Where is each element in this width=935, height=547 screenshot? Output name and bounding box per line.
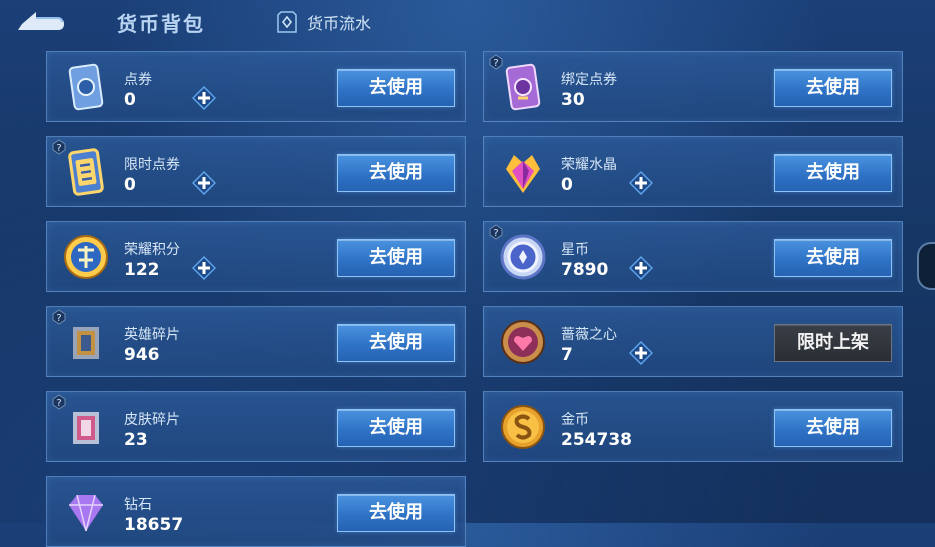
header-bar: 货币背包 货币流水 [0, 0, 935, 44]
currency-amount: 7890 [561, 260, 609, 280]
gold-coin-icon [501, 405, 545, 449]
back-button[interactable] [14, 8, 66, 34]
use-button[interactable]: 去使用 [337, 409, 455, 447]
currency-name: 荣耀积分 [124, 242, 180, 258]
use-button[interactable]: 去使用 [774, 69, 892, 107]
rose-heart-icon [501, 320, 545, 364]
currency-flow-label: 货币流水 [307, 14, 372, 33]
use-button[interactable]: 去使用 [774, 239, 892, 277]
use-button[interactable]: 去使用 [337, 494, 455, 532]
currency-card: 点券 0 去使用 [46, 51, 466, 122]
currency-name: 钻石 [124, 497, 152, 513]
currency-amount: 7 [561, 345, 573, 365]
add-currency-button[interactable] [629, 171, 653, 195]
use-button[interactable]: 去使用 [337, 324, 455, 362]
use-button[interactable]: 去使用 [337, 69, 455, 107]
currency-amount: 0 [561, 175, 573, 195]
currency-name: 绑定点券 [561, 72, 617, 88]
currency-amount: 0 [124, 175, 136, 195]
currency-card: 蔷薇之心 7 限时上架 [483, 306, 903, 377]
side-panel-handle[interactable] [917, 242, 935, 290]
skin-fragment-icon [73, 412, 99, 444]
limited-sale-button[interactable]: 限时上架 [774, 324, 892, 362]
ledger-icon [277, 11, 297, 33]
currency-flow-link[interactable]: 货币流水 [277, 10, 371, 34]
currency-card: ? 星币 7890 去使用 [483, 221, 903, 292]
use-button[interactable]: 去使用 [774, 154, 892, 192]
use-button[interactable]: 去使用 [774, 409, 892, 447]
limited-coupon-icon [68, 148, 104, 196]
currency-amount: 0 [124, 90, 136, 110]
currency-amount: 30 [561, 90, 585, 110]
currency-name: 英雄碎片 [124, 327, 180, 343]
currency-name: 星币 [561, 242, 589, 258]
currency-card: ? 英雄碎片 946 去使用 [46, 306, 466, 377]
add-currency-button[interactable] [192, 86, 216, 110]
currency-name: 蔷薇之心 [561, 327, 617, 343]
currency-name: 皮肤碎片 [124, 412, 180, 428]
currency-amount: 122 [124, 260, 160, 280]
star-coin-icon [500, 234, 546, 280]
diamond-icon [69, 494, 103, 532]
currency-card: ? 限时点券 0 去使用 [46, 136, 466, 207]
currency-card: 钻石 18657 去使用 [46, 476, 466, 547]
currency-name: 限时点券 [124, 157, 180, 173]
glory-crystal-icon [506, 155, 540, 193]
currency-card: 荣耀水晶 0 去使用 [483, 136, 903, 207]
currency-card: 金币 254738 去使用 [483, 391, 903, 462]
add-currency-button[interactable] [629, 341, 653, 365]
currency-name: 金币 [561, 412, 589, 428]
back-arrow-icon [18, 12, 64, 30]
currency-card: ? 皮肤碎片 23 去使用 [46, 391, 466, 462]
currency-amount: 946 [124, 345, 160, 365]
use-button[interactable]: 去使用 [337, 154, 455, 192]
glory-points-icon [64, 235, 108, 279]
add-currency-button[interactable] [629, 256, 653, 280]
bound-coupon-icon [505, 63, 541, 111]
currency-card: 荣耀积分 122 去使用 [46, 221, 466, 292]
currency-card: ? 绑定点券 30 去使用 [483, 51, 903, 122]
add-currency-button[interactable] [192, 256, 216, 280]
coupon-icon [68, 63, 104, 111]
hero-fragment-icon [73, 327, 99, 359]
currency-name: 点券 [124, 72, 152, 88]
add-currency-button[interactable] [192, 171, 216, 195]
use-button[interactable]: 去使用 [337, 239, 455, 277]
page-title: 货币背包 [117, 12, 205, 36]
currency-name: 荣耀水晶 [561, 157, 617, 173]
currency-amount: 23 [124, 430, 148, 450]
currency-amount: 254738 [561, 430, 632, 450]
currency-amount: 18657 [124, 515, 184, 535]
